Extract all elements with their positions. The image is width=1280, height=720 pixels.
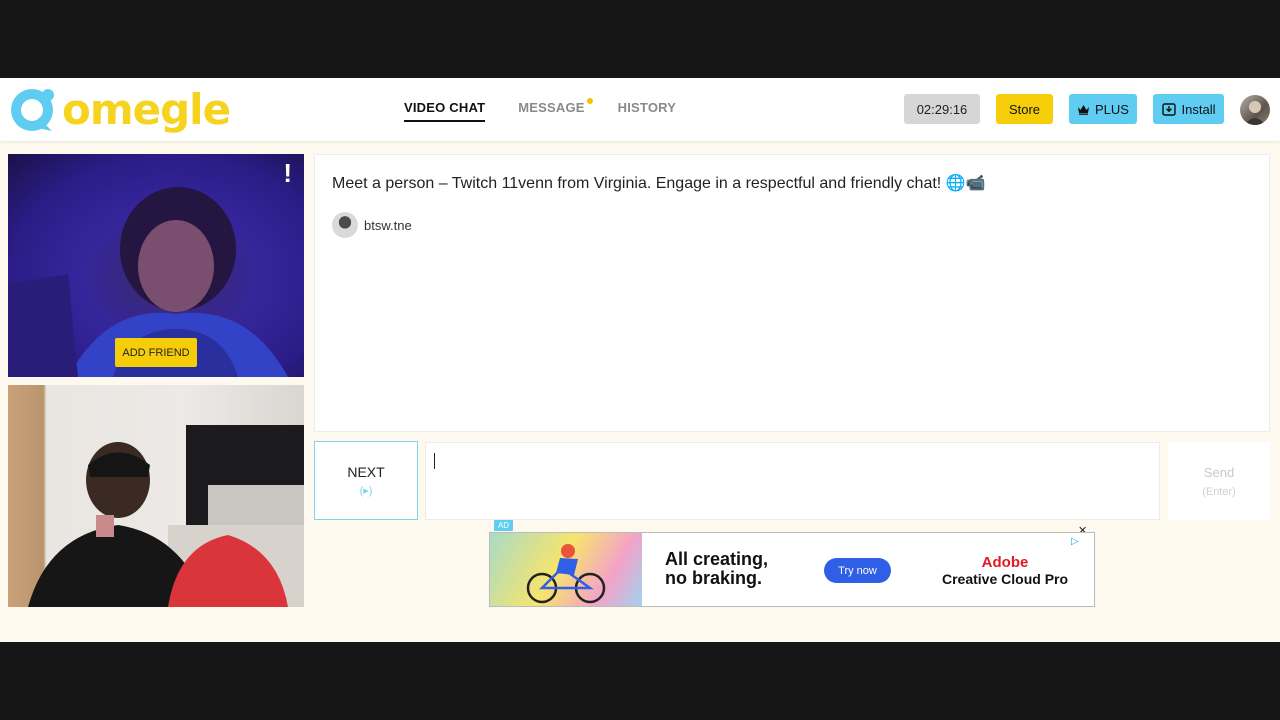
main-nav: VIDEO CHAT MESSAGE HISTORY <box>404 98 676 122</box>
ad-choices-icon[interactable]: ▷ <box>1071 536 1079 547</box>
ad-brand-product: Creative Cloud Pro <box>942 571 1069 587</box>
ad-headline-line-2: no braking. <box>665 568 763 588</box>
add-friend-button[interactable]: ADD FRIEND <box>115 338 197 367</box>
ad-banner[interactable]: All creating, no braking. Try now Adobe … <box>489 532 1095 607</box>
crown-icon <box>1078 104 1090 115</box>
message-input[interactable] <box>425 442 1160 520</box>
next-button[interactable]: NEXT (▸) <box>314 441 418 520</box>
letterbox-top <box>0 0 1280 78</box>
ad-illustration <box>490 533 642 606</box>
send-shortcut-hint: (Enter) <box>1202 485 1236 498</box>
ad-headline-line-1: All creating, <box>665 549 769 569</box>
chat-log: Meet a person – Twitch 11venn from Virgi… <box>314 154 1270 432</box>
next-label: NEXT <box>347 464 385 480</box>
chat-participant: btsw.tne <box>332 212 412 238</box>
user-avatar[interactable] <box>1240 95 1270 125</box>
tab-video-chat[interactable]: VIDEO CHAT <box>404 100 486 122</box>
notification-dot <box>586 98 593 104</box>
omegle-app: omegle VIDEO CHAT MESSAGE HISTORY 02:29:… <box>0 78 1280 642</box>
logo-wordmark: omegle <box>62 85 231 134</box>
plus-button[interactable]: PLUS <box>1069 94 1137 124</box>
send-label: Send <box>1203 464 1235 480</box>
tab-message-label: MESSAGE <box>518 100 585 115</box>
stranger-video: ! ADD FRIEND <box>8 154 304 377</box>
chat-intro-message: Meet a person – Twitch 11venn from Virgi… <box>332 175 986 192</box>
logo-icon <box>11 89 54 131</box>
bicycle-illustration <box>526 544 606 604</box>
avatar-image <box>1245 101 1265 125</box>
ad-headline: All creating, no braking. <box>665 550 768 588</box>
store-button[interactable]: Store <box>996 94 1053 124</box>
ad-label: AD <box>494 520 513 531</box>
logo[interactable]: omegle <box>8 85 231 135</box>
ad-brand: Adobe Creative Cloud Pro <box>942 554 1069 588</box>
participant-avatar <box>332 212 358 238</box>
participant-name: btsw.tne <box>364 217 412 233</box>
plus-label: PLUS <box>1095 101 1129 117</box>
send-button[interactable]: Send (Enter) <box>1168 442 1270 520</box>
install-label: Install <box>1181 101 1216 117</box>
text-caret <box>434 453 435 469</box>
letterbox-bottom <box>0 642 1280 720</box>
install-button[interactable]: Install <box>1153 94 1224 124</box>
ad-try-now-button[interactable]: Try now <box>824 558 891 583</box>
self-video <box>8 385 304 607</box>
report-icon[interactable]: ! <box>283 160 292 186</box>
download-icon <box>1161 103 1176 116</box>
tab-history[interactable]: HISTORY <box>618 100 676 122</box>
header: omegle VIDEO CHAT MESSAGE HISTORY 02:29:… <box>0 78 1280 141</box>
self-video-frame <box>28 425 304 607</box>
session-timer: 02:29:16 <box>904 94 980 124</box>
tab-message[interactable]: MESSAGE <box>518 98 593 122</box>
ad-brand-name: Adobe <box>981 554 1029 571</box>
next-shortcut-hint: (▸) <box>359 485 373 497</box>
